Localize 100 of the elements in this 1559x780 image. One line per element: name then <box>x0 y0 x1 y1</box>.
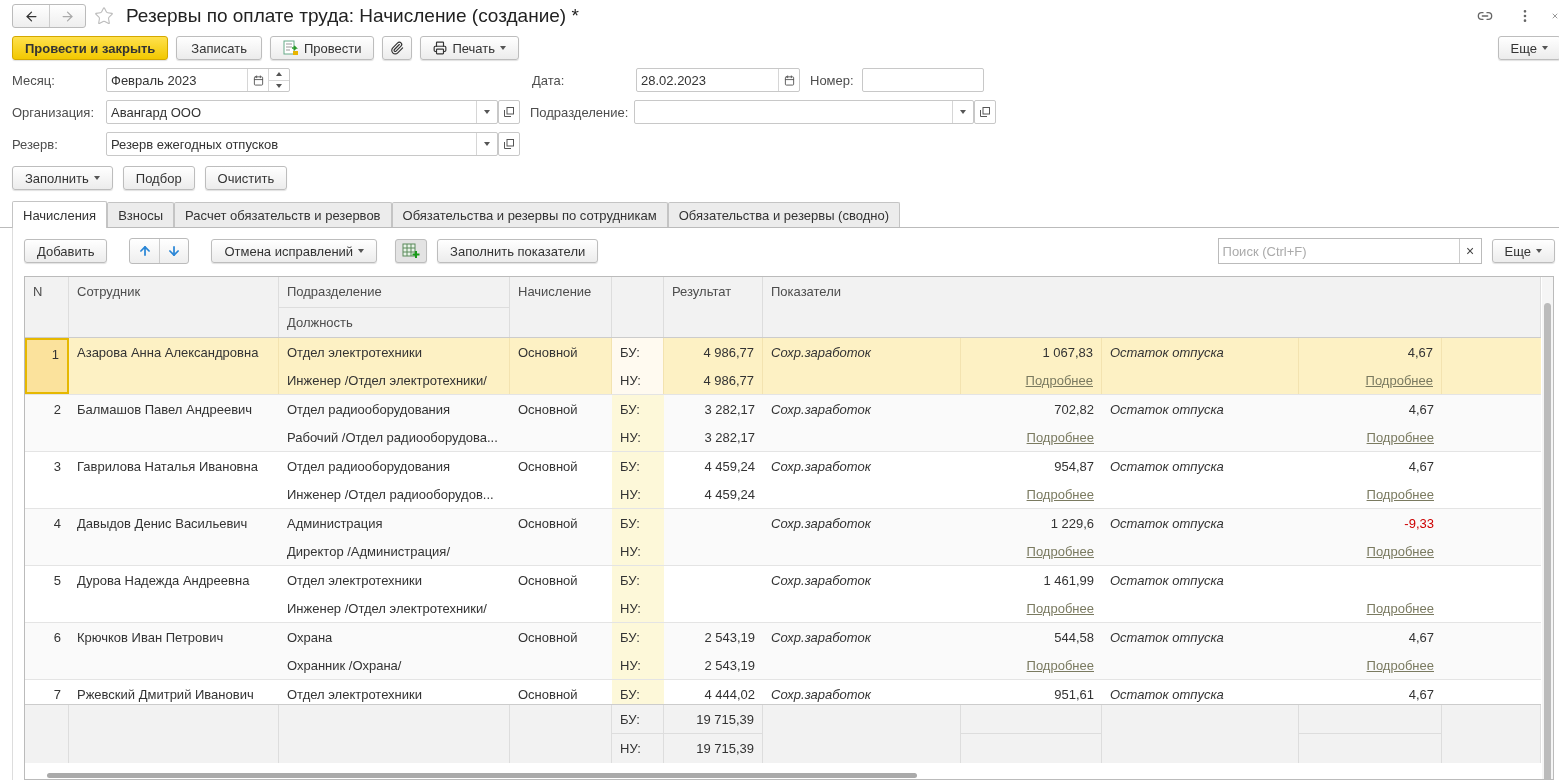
details-link[interactable]: Подробнее <box>1365 372 1433 388</box>
details-link[interactable]: Подробнее <box>1026 486 1094 502</box>
details-link[interactable]: Подробнее <box>1026 543 1094 559</box>
text-field[interactable]: Февраль 2023 <box>106 68 290 92</box>
table-cell-text: Крючков Иван Петрович <box>76 629 225 647</box>
field-label: Организация: <box>12 104 96 120</box>
action-button[interactable]: Очистить <box>204 166 288 190</box>
details-link[interactable]: Подробнее <box>1366 543 1434 559</box>
table-cell-text: 954,87 <box>1053 457 1095 476</box>
table-cell-text: 2 543,19 <box>703 656 756 675</box>
details-link[interactable]: Подробнее <box>1366 486 1434 502</box>
table-cell-text: 5 <box>52 572 62 590</box>
table-cell-text: Инженер /Отдел радиооборудов... <box>286 485 495 504</box>
tab[interactable]: Обязательства и резервы по сотрудникам <box>391 202 668 227</box>
fill-indicators-button[interactable]: Заполнить показатели <box>437 239 599 263</box>
field-label: Дата: <box>532 72 566 88</box>
select-field[interactable]: Авангард ООО <box>106 100 498 124</box>
table-cell-text: Отдел электротехники <box>286 685 423 704</box>
cancel-corrections-button[interactable]: Отмена исправлений <box>211 239 378 263</box>
table-cell-text: 4,67 <box>1407 400 1435 419</box>
table-cell-text: 544,58 <box>1053 628 1095 647</box>
table-cell-text: 2 543,19 <box>703 628 756 647</box>
table-cell-text: Администрация <box>286 514 384 533</box>
post-button[interactable]: Провести <box>269 36 375 60</box>
tab[interactable]: Расчет обязательств и резервов <box>174 202 392 227</box>
table-cell-text: Отдел электротехники <box>286 571 423 590</box>
action-button[interactable]: Подбор <box>122 166 195 190</box>
table-cell: 1 067,83 <box>961 338 1102 366</box>
search-field[interactable]: Поиск (Ctrl+F) × <box>1217 238 1482 264</box>
table-cell-text: 7 <box>52 686 62 704</box>
table-cell-text: Рабочий /Отдел радиооборудова... <box>286 428 499 447</box>
tab[interactable]: Взносы <box>107 202 175 227</box>
table-cell-text: Остаток отпуска <box>1109 401 1225 419</box>
field-label: Резерв: <box>12 136 59 152</box>
table-cell: Отдел электротехники <box>279 338 510 366</box>
column-header: Подразделение <box>279 277 510 307</box>
table-cell: НУ: <box>612 651 664 679</box>
table-cell-text: Основной <box>517 629 579 647</box>
more-button[interactable]: Еще <box>1497 36 1559 60</box>
save-button[interactable]: Записать <box>176 36 262 60</box>
table-cell-text: Гаврилова Наталья Ивановна <box>76 458 259 476</box>
table-cell: НУ: <box>612 423 664 451</box>
details-link[interactable]: Подробнее <box>1025 372 1093 388</box>
table-cell: НУ: <box>612 537 664 565</box>
table-cell: Остаток отпуска <box>1102 338 1299 394</box>
tab[interactable]: Начисления <box>12 201 108 228</box>
details-link[interactable]: Подробнее <box>1366 657 1434 673</box>
table-cell: НУ: <box>612 480 664 508</box>
table-cell: БУ: <box>612 705 664 734</box>
table-cell-text: Остаток отпуска <box>1109 458 1225 476</box>
table-cell: 4 986,77 <box>664 338 763 366</box>
table-cell-text: Остаток отпуска <box>1109 572 1225 590</box>
table-cell-text: Балмашов Павел Андреевич <box>76 401 254 419</box>
tab[interactable]: Обязательства и резервы (сводно) <box>667 202 900 227</box>
column-header: Результат <box>664 277 763 337</box>
print-button[interactable]: Печать <box>420 36 519 60</box>
window-title: Резервы по оплате труда: Начисление (создание) * <box>126 5 580 27</box>
table-cell-text: Основной <box>517 572 579 590</box>
post-and-close-button[interactable]: Провести и закрыть <box>12 36 169 60</box>
field-label: Номер: <box>810 72 854 88</box>
select-field[interactable]: Резерв ежегодных отпусков <box>106 132 498 156</box>
table-cell: Азарова Анна Александровна <box>69 338 279 394</box>
table-cell-text: 4 <box>52 515 62 533</box>
table-cell: БУ: <box>612 509 664 537</box>
table-cell: БУ: <box>612 566 664 594</box>
table-cell-text: -9,33 <box>1403 514 1435 533</box>
date-field[interactable]: 28.02.2023 <box>636 68 800 92</box>
more-button[interactable]: Еще <box>1491 239 1555 263</box>
table-cell-text: Сохр.заработок <box>770 686 872 704</box>
table-cell-text: Основной <box>517 515 579 533</box>
table-cell-text: Сохр.заработок <box>770 572 872 590</box>
details-link[interactable]: Подробнее <box>1026 657 1094 673</box>
table-cell-text: 6 <box>52 629 62 647</box>
table-cell-text: Остаток отпуска <box>1109 629 1225 647</box>
table-cell: НУ: <box>612 734 664 763</box>
table-cell-text: Охранник /Охрана/ <box>286 656 403 675</box>
table-cell-text: Отдел радиооборудования <box>286 400 452 419</box>
table-cell: Сохр.заработок <box>763 338 961 394</box>
table-cell-text: 702,82 <box>1053 400 1095 419</box>
details-link[interactable]: Подробнее <box>1026 600 1094 616</box>
table-cell-text: 1 229,6 <box>1049 514 1095 533</box>
table-cell: НУ: <box>612 594 664 622</box>
table-cell-text: 3 282,17 <box>703 428 756 447</box>
table-cell: 4,67 <box>1299 338 1442 366</box>
dropdown-button[interactable]: Заполнить <box>12 166 113 190</box>
table-cell-text: Инженер /Отдел электротехники/ <box>286 599 488 618</box>
table-cell-text: 4,67 <box>1407 685 1435 704</box>
table-cell: БУ: <box>612 338 664 366</box>
details-link[interactable]: Подробнее <box>1366 600 1434 616</box>
table-cell: 4 986,77 <box>664 366 763 394</box>
table-cell: БУ: <box>612 452 664 480</box>
details-link[interactable]: Подробнее <box>1026 429 1094 445</box>
add-button[interactable]: Добавить <box>24 239 108 263</box>
table-cell-text: Основной <box>517 686 579 704</box>
column-header: Сотрудник <box>69 277 279 337</box>
details-link[interactable]: Подробнее <box>1366 429 1434 445</box>
table-cell: 1 <box>25 338 69 394</box>
table-cell-text: Основной <box>517 401 579 419</box>
table-cell: БУ: <box>612 680 664 704</box>
table-cell-text: Директор /Администрация/ <box>286 542 452 561</box>
